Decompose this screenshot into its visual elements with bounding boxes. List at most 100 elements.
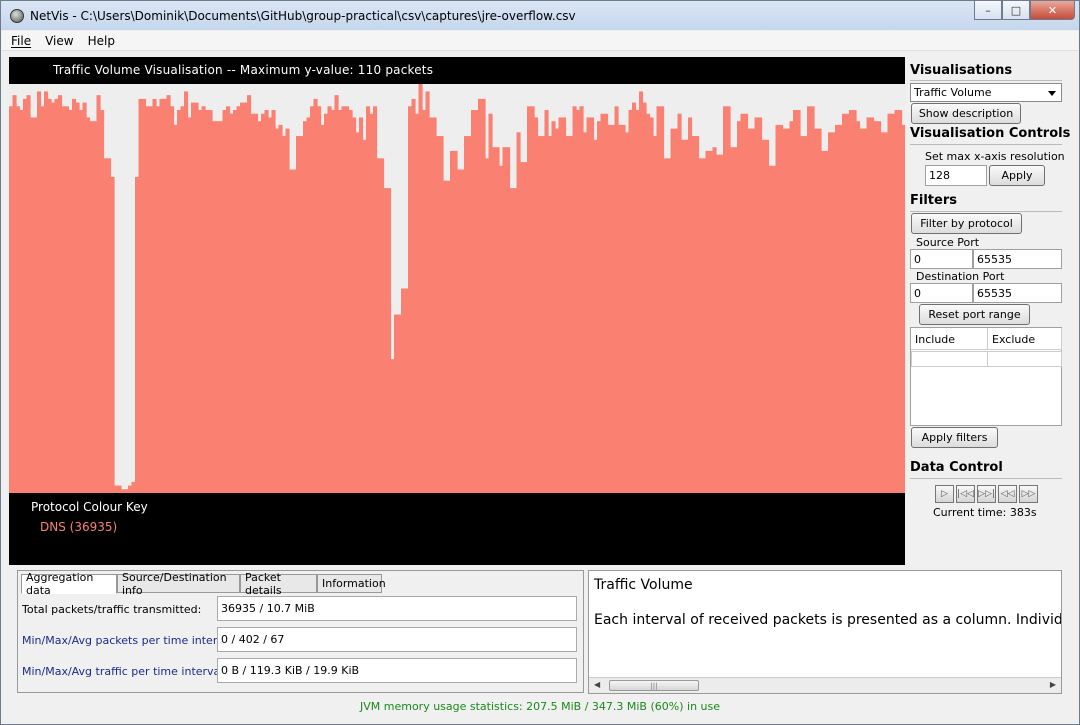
- volume-bar: [814, 128, 819, 493]
- volume-bar: [740, 113, 745, 493]
- volume-bar: [418, 84, 423, 493]
- volume-bar: [184, 91, 189, 493]
- volume-bar: [247, 95, 252, 493]
- scrollbar-thumb[interactable]: |||: [609, 680, 699, 691]
- horizontal-scrollbar[interactable]: ◀ ||| ▶: [589, 677, 1061, 693]
- volume-bar: [450, 150, 455, 493]
- title-bar[interactable]: NetVis - C:\Users\Dominik\Documents\GitH…: [1, 1, 1079, 30]
- volume-bar: [26, 95, 31, 493]
- volume-bar: [152, 98, 157, 493]
- packets-per-interval-value: 0 / 402 / 67: [217, 627, 577, 652]
- source-port-from-input[interactable]: 0: [910, 249, 973, 269]
- volume-bar: [607, 124, 612, 493]
- minimize-button[interactable]: –: [974, 1, 1002, 20]
- max-resolution-input[interactable]: 128: [925, 165, 987, 186]
- visualisation-select[interactable]: Traffic Volume: [910, 83, 1062, 102]
- chevron-down-icon: [1048, 91, 1056, 96]
- description-panel[interactable]: Traffic Volume Each interval of received…: [588, 570, 1062, 694]
- apply-filters-button[interactable]: Apply filters: [911, 427, 998, 448]
- volume-bar: [618, 124, 623, 493]
- destination-port-from-input[interactable]: 0: [910, 283, 973, 303]
- visualisation-title: Traffic Volume Visualisation -- Maximum …: [53, 63, 434, 77]
- volume-bar: [523, 162, 528, 493]
- tab-packet-details[interactable]: Packet details: [240, 571, 317, 597]
- volume-bar: [527, 106, 532, 493]
- skip-to-start-icon[interactable]: |◁◁: [956, 485, 975, 503]
- close-button[interactable]: ✕: [1030, 1, 1075, 20]
- tab-aggregation-data[interactable]: Aggregation data: [21, 571, 117, 597]
- volume-bar: [33, 117, 38, 493]
- volume-bar: [401, 288, 406, 493]
- colour-key-dns: DNS (36935): [40, 520, 118, 534]
- table-cell[interactable]: [987, 351, 1062, 367]
- volume-bar: [660, 106, 665, 493]
- show-description-button[interactable]: Show description: [911, 103, 1021, 124]
- volume-bar: [348, 110, 353, 493]
- volume-bar: [639, 91, 644, 493]
- volume-bar: [439, 136, 444, 493]
- play-icon[interactable]: ▷: [935, 485, 954, 503]
- volume-bar: [397, 314, 402, 493]
- fast-forward-icon[interactable]: ▷▷: [1019, 485, 1038, 503]
- volume-bar: [177, 110, 182, 493]
- volume-bar: [460, 169, 465, 493]
- volume-bar: [537, 136, 542, 493]
- volume-bar: [789, 121, 794, 493]
- include-exclude-table[interactable]: Include Exclude: [910, 327, 1062, 426]
- destination-port-label: Destination Port: [916, 270, 1005, 283]
- volume-bar: [474, 110, 479, 493]
- volume-bar: [737, 121, 742, 493]
- volume-bar: [394, 314, 399, 493]
- volume-bar: [793, 110, 798, 493]
- volume-bar: [481, 98, 486, 493]
- menu-help[interactable]: Help: [79, 34, 120, 48]
- tab-information[interactable]: Information: [317, 574, 386, 593]
- traffic-per-interval-value: 0 B / 119.3 KiB / 19.9 KiB: [217, 658, 577, 683]
- volume-bar: [352, 117, 357, 493]
- table-cell[interactable]: [911, 351, 988, 367]
- volume-bar: [831, 132, 836, 493]
- volume-bar: [569, 136, 574, 493]
- volume-bar: [719, 154, 724, 493]
- volume-bar: [684, 139, 689, 493]
- include-column-header[interactable]: Include: [911, 328, 988, 350]
- volume-bar: [471, 110, 476, 493]
- volume-bar: [758, 117, 763, 493]
- volume-bar: [492, 147, 497, 493]
- rewind-icon[interactable]: ◁◁: [998, 485, 1017, 503]
- exclude-column-header[interactable]: Exclude: [988, 328, 1062, 350]
- skip-to-end-icon[interactable]: ▷▷|: [977, 485, 996, 503]
- scroll-right-icon[interactable]: ▶: [1050, 680, 1056, 689]
- app-window: NetVis - C:\Users\Dominik\Documents\GitH…: [0, 0, 1080, 725]
- volume-bar: [859, 128, 864, 493]
- source-port-to-input[interactable]: 65535: [973, 249, 1062, 269]
- menu-view[interactable]: View: [36, 34, 78, 48]
- volume-bar: [271, 110, 276, 493]
- divider: [910, 80, 1062, 81]
- volume-bar: [849, 110, 854, 493]
- volume-bar: [373, 106, 378, 493]
- destination-port-to-input[interactable]: 65535: [973, 283, 1062, 303]
- volume-bar: [565, 136, 570, 493]
- volume-bar: [117, 485, 122, 493]
- visualisation-canvas[interactable]: Traffic Volume Visualisation -- Maximum …: [9, 57, 905, 565]
- tab-source-destination-info[interactable]: Source/Destination info: [117, 571, 240, 597]
- volume-bar: [653, 136, 658, 493]
- current-time-label: Current time: 383s: [933, 506, 1037, 519]
- reset-port-range-button[interactable]: Reset port range: [919, 304, 1030, 325]
- volume-bar: [128, 485, 133, 493]
- volume-bar: [107, 158, 112, 493]
- volume-bar: [180, 106, 185, 493]
- volume-bar: [44, 91, 49, 493]
- volume-bar: [593, 139, 598, 493]
- volume-bar: [845, 113, 850, 493]
- scroll-left-icon[interactable]: ◀: [594, 680, 600, 689]
- menu-file[interactable]: File: [2, 34, 36, 48]
- volume-bar: [163, 98, 168, 493]
- volume-bar: [236, 106, 241, 493]
- apply-resolution-button[interactable]: Apply: [989, 165, 1045, 186]
- maximize-button[interactable]: □: [1002, 1, 1030, 20]
- filter-by-protocol-button[interactable]: Filter by protocol: [911, 213, 1022, 234]
- volume-bar: [576, 110, 581, 493]
- volume-bar: [702, 158, 707, 493]
